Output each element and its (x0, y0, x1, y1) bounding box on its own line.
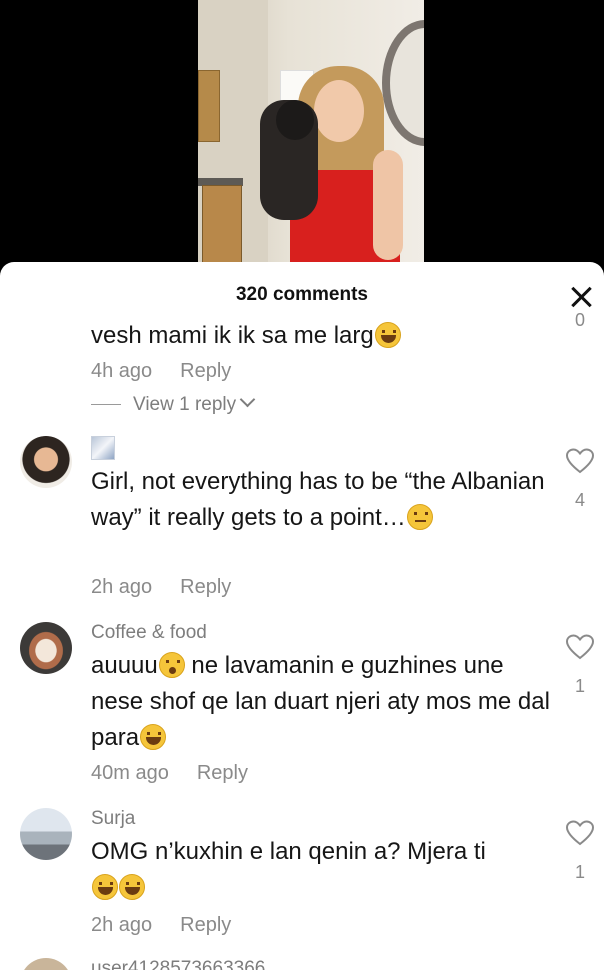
chevron-down-icon (239, 391, 256, 408)
comment-text: OMG n’kuxhin e lan qenin a? Mjera ti (91, 834, 551, 906)
comment-text: Girl, not everything has to be “the Alba… (91, 468, 545, 531)
comment-username[interactable]: user4128573663366 (91, 958, 265, 970)
avatar[interactable] (20, 436, 72, 488)
close-icon[interactable] (568, 284, 594, 310)
heart-icon[interactable] (566, 448, 594, 474)
comment-text: vesh mami ik ik sa me larg (91, 318, 551, 354)
dog-head (276, 100, 314, 140)
comments-count-title: 320 comments (235, 284, 368, 305)
comment-time: 2h ago (91, 576, 153, 598)
comment-time: 40m ago (91, 762, 169, 784)
lower-cabinet (202, 185, 242, 262)
reply-button[interactable]: Reply (180, 914, 231, 936)
comment-text: auuuu ne lavamanin e guzhines une nese s… (91, 652, 550, 751)
video-frame (198, 0, 424, 262)
grinning-sweat-emoji (140, 724, 167, 750)
profile-badge-icon (91, 436, 115, 460)
comment-meta: 2h ago Reply (91, 914, 231, 937)
comments-sheet: 320 comments vesh mami ik ik sa me larg … (0, 262, 604, 970)
divider-line (91, 404, 121, 406)
person-face (314, 80, 364, 142)
reply-button[interactable]: Reply (180, 360, 231, 382)
like-count: 4 (574, 490, 585, 510)
wall-clock (382, 20, 424, 146)
reply-button[interactable]: Reply (180, 576, 231, 598)
like-count: 1 (574, 862, 585, 882)
comment-meta: 40m ago Reply (91, 762, 248, 785)
comment-time: 4h ago (91, 360, 153, 382)
avatar[interactable] (20, 958, 72, 970)
comment-time: 2h ago (91, 914, 153, 936)
comment-meta: 4h ago Reply (91, 360, 231, 383)
sweat-smile-emoji (374, 322, 401, 348)
kitchen-cabinet (198, 70, 220, 142)
comment-meta: 2h ago Reply (91, 576, 231, 599)
avatar[interactable] (20, 808, 72, 860)
comment-username[interactable]: Coffee & food (91, 622, 207, 644)
flushed-face-emoji (158, 652, 185, 678)
neutral-face-emoji (406, 504, 433, 530)
avatar[interactable] (20, 622, 72, 674)
comment-username[interactable]: Surja (91, 808, 135, 830)
person-arm (373, 150, 403, 260)
rofl-emoji (119, 874, 145, 900)
video-player[interactable] (0, 0, 604, 262)
rofl-emoji (92, 874, 118, 900)
view-replies-button[interactable]: View 1 reply (91, 391, 256, 416)
heart-icon[interactable] (566, 634, 594, 660)
heart-icon[interactable] (566, 820, 594, 846)
like-count: 0 (574, 310, 585, 330)
reply-button[interactable]: Reply (197, 762, 248, 784)
like-count: 1 (574, 676, 585, 696)
